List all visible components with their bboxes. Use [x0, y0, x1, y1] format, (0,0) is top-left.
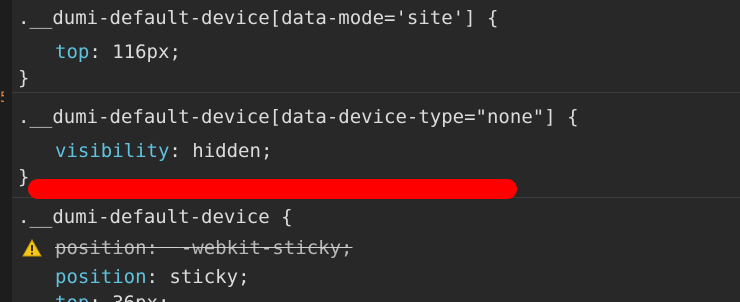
property-name[interactable]: visibility — [55, 140, 169, 162]
rule-selector[interactable]: .__dumi-default-device { — [18, 203, 293, 231]
gutter-marker: 5 — [0, 90, 4, 106]
property-value[interactable]: -webkit-sticky — [181, 237, 341, 259]
property-value[interactable]: 36px — [112, 292, 158, 302]
declaration-line[interactable]: visibility: hidden; — [55, 137, 272, 165]
colon: : — [169, 140, 181, 162]
semicolon: ; — [238, 266, 250, 288]
colon: : — [89, 41, 101, 63]
semicolon: ; — [158, 292, 169, 302]
colon: : — [89, 292, 100, 302]
declaration-line-disabled[interactable]: position: -webkit-sticky; — [55, 234, 352, 262]
declaration-line[interactable]: position: sticky; — [55, 263, 250, 291]
declaration-line[interactable]: top: 116px; — [55, 38, 181, 66]
declaration-line[interactable]: top: 36px; — [55, 289, 169, 302]
property-value[interactable]: sticky — [169, 266, 238, 288]
semicolon: ; — [260, 140, 273, 162]
rule-selector[interactable]: .__dumi-default-device[data-device-type=… — [18, 103, 579, 131]
property-name[interactable]: top — [55, 41, 89, 63]
colon: : — [146, 266, 158, 288]
rule-close-brace: } — [18, 67, 30, 89]
property-name[interactable]: position — [55, 266, 147, 288]
css-rule-block: .__dumi-default-device[data-mode='site']… — [12, 0, 740, 93]
css-rule-block: .__dumi-default-device { position: -webk… — [12, 198, 740, 302]
property-name[interactable]: top — [55, 292, 89, 302]
left-gutter: 5 — [0, 0, 12, 302]
rule-selector[interactable]: .__dumi-default-device[data-mode='site']… — [18, 4, 498, 32]
property-value[interactable]: 116px — [112, 41, 169, 63]
warning-icon[interactable] — [22, 239, 42, 257]
colon: : — [146, 237, 158, 259]
property-name[interactable]: position — [55, 237, 147, 259]
semicolon: ; — [341, 237, 353, 259]
redaction-bar — [28, 179, 517, 199]
property-value[interactable]: hidden — [192, 140, 261, 162]
semicolon: ; — [169, 41, 181, 63]
